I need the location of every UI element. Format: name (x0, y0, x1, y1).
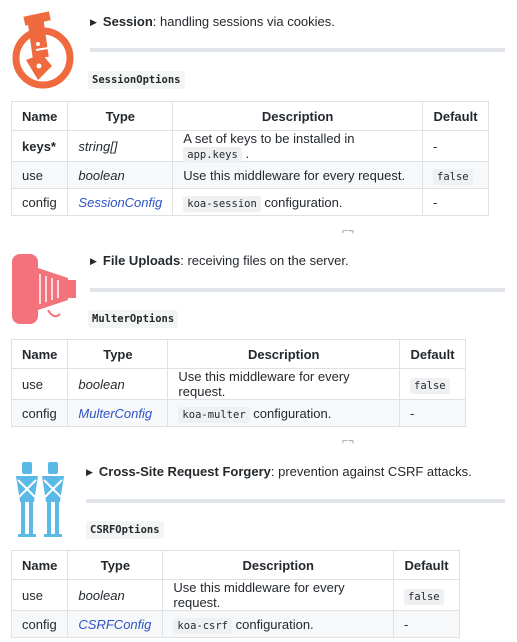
default-code: false (404, 588, 444, 605)
session-options-heading: SessionOptions (88, 71, 185, 89)
csrf-summary[interactable]: ▶ Cross-Site Request Forgery: prevention … (86, 464, 472, 480)
option-description: Use this middleware for every request. (167, 368, 400, 400)
option-description: koa-csrf configuration. (162, 610, 394, 638)
session-config-link[interactable]: SessionConfig (67, 188, 174, 216)
option-name: use (10, 579, 69, 611)
description-suffix: configuration. (249, 405, 332, 421)
session-divider (90, 48, 505, 52)
table-row: use boolean Use this middleware for ever… (10, 161, 489, 189)
section-separator-icon: ⌐¬ (342, 436, 354, 447)
column-header-description: Description (172, 101, 423, 131)
csrf-divider (86, 499, 505, 503)
session-summary[interactable]: ▶ Session: handling sessions via cookies. (90, 14, 335, 30)
table-row: config SessionConfig koa-session configu… (10, 188, 489, 216)
option-name: config (10, 188, 69, 216)
option-default: false (422, 161, 489, 189)
multer-options-table: Name Type Description Default use boolea… (10, 339, 466, 427)
column-header-name: Name (10, 101, 69, 131)
file-uploads-illustration (8, 248, 82, 328)
column-header-description: Description (162, 550, 394, 580)
table-row: use boolean Use this middleware for ever… (10, 579, 460, 611)
option-default: false (399, 368, 466, 400)
table-row: keys* string[] A set of keys to be insta… (10, 130, 489, 163)
description-suffix: configuration. (260, 194, 343, 210)
description-text: A set of keys to be installed in (183, 131, 355, 146)
option-default: false (393, 579, 460, 611)
option-description: koa-multer configuration. (167, 399, 400, 427)
option-description: Use this middleware for every request. (162, 579, 394, 611)
column-header-type: Type (67, 550, 164, 580)
option-type: boolean (67, 579, 164, 611)
option-default: - (393, 610, 460, 638)
csrf-config-link[interactable]: CSRFConfig (67, 610, 164, 638)
csrf-summary-title: Cross-Site Request Forgery (98, 464, 271, 479)
column-header-type: Type (67, 339, 169, 369)
inline-code: app.keys (183, 147, 242, 163)
disclosure-triangle-icon: ▶ (86, 467, 93, 477)
table-row: config CSRFConfig koa-csrf configuration… (10, 610, 460, 638)
column-header-default: Default (422, 101, 489, 131)
option-type: boolean (67, 161, 174, 189)
inline-code: koa-csrf (173, 617, 232, 634)
disclosure-triangle-icon: ▶ (90, 256, 97, 266)
option-description: A set of keys to be installed in app.key… (172, 130, 423, 163)
option-type: boolean (67, 368, 169, 400)
multer-options-heading: MulterOptions (88, 310, 179, 328)
csrf-illustration (8, 458, 78, 540)
file-uploads-divider (90, 288, 505, 292)
file-uploads-summary-text: : receiving files on the server. (180, 253, 349, 268)
option-name: use (10, 368, 69, 400)
disclosure-triangle-icon: ▶ (90, 17, 97, 27)
session-options-table: Name Type Description Default keys* stri… (10, 101, 489, 216)
column-header-name: Name (10, 339, 69, 369)
session-summary-title: Session (102, 14, 153, 29)
session-illustration (8, 8, 78, 92)
default-code: false (410, 377, 450, 394)
option-default: - (399, 399, 466, 427)
column-header-name: Name (10, 550, 69, 580)
option-name: config (10, 399, 69, 427)
inline-code: koa-session (183, 195, 261, 212)
column-header-type: Type (67, 101, 174, 131)
option-name: config (10, 610, 69, 638)
option-default: - (422, 130, 489, 162)
description-suffix: configuration. (232, 616, 314, 632)
column-header-default: Default (393, 550, 460, 580)
session-summary-text: : handling sessions via cookies. (152, 14, 335, 29)
csrf-summary-text: : prevention against CSRF attacks. (270, 464, 472, 479)
option-description: koa-session configuration. (172, 188, 423, 216)
column-header-description: Description (167, 339, 400, 369)
default-code: false (433, 168, 473, 185)
table-row: config MulterConfig koa-multer configura… (10, 399, 466, 427)
inline-code: koa-multer (178, 406, 250, 423)
table-row: use boolean Use this middleware for ever… (10, 368, 466, 400)
option-name: use (10, 161, 69, 189)
option-type: string[] (67, 130, 174, 162)
column-header-default: Default (399, 339, 466, 369)
description-suffix: . (241, 146, 250, 161)
file-uploads-summary-title: File Uploads (102, 253, 181, 268)
option-description: Use this middleware for every request. (172, 161, 423, 189)
option-default: - (422, 188, 489, 216)
multer-config-link[interactable]: MulterConfig (67, 399, 169, 427)
section-separator-icon: ⌐¬ (342, 226, 354, 237)
option-name: keys* (10, 130, 69, 162)
file-uploads-summary[interactable]: ▶ File Uploads: receiving files on the se… (90, 253, 349, 269)
csrf-options-table: Name Type Description Default use boolea… (10, 550, 460, 638)
csrf-options-heading: CSRFOptions (86, 521, 164, 539)
